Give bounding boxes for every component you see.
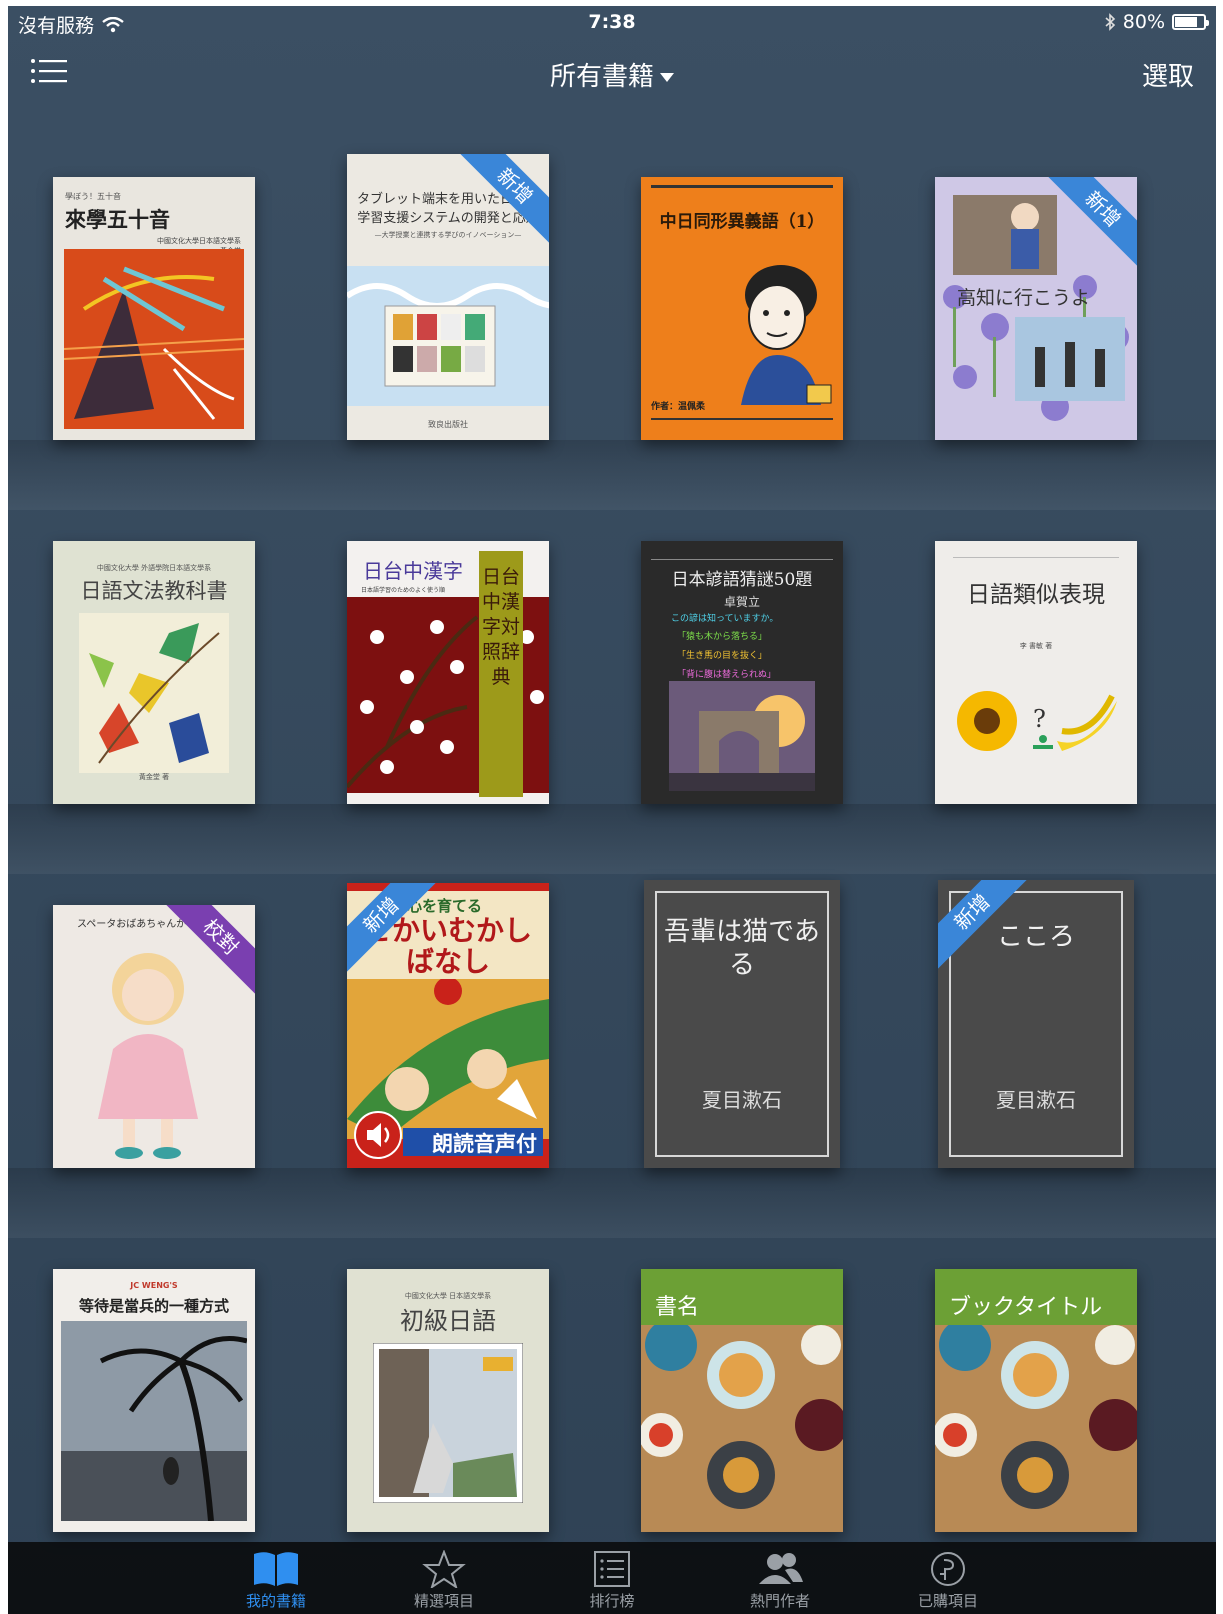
book-title: ブックタイトル (949, 1295, 1103, 1320)
tab-label: 精選項目 (413, 1592, 474, 1610)
book-author: 夏目漱石 (996, 1088, 1076, 1112)
ranking-list-icon (594, 1551, 630, 1587)
book-subtitle: 日本語学習のためのよく使う順 (361, 587, 446, 594)
book-title: 書名 (655, 1295, 700, 1320)
bamboo-illustration (64, 249, 244, 429)
girl-watercolor-illustration (98, 953, 198, 1159)
open-book-icon (254, 1552, 298, 1586)
book-title: 等待是當兵的一種方式 (78, 1297, 229, 1315)
book-subtitle: 學ぼう！五十音 (65, 192, 121, 201)
tablet-waves-illustration (347, 266, 549, 406)
book-author: 黃金堂 著 (138, 773, 170, 781)
book-title: 日本諺語猜謎50題 (671, 570, 813, 590)
tab-my-books[interactable]: 我的書籍 (192, 1542, 360, 1614)
book-author: 卓賀立 (723, 595, 760, 609)
book-publisher: 中國文化大學 日本語文學系 (404, 1292, 492, 1300)
book-author: 作者：温佩柔 (651, 402, 706, 412)
food-table-photo (641, 1325, 843, 1532)
book-text-line: 「背に腹は替えられぬ」 (677, 670, 777, 680)
tab-bar: 我的書籍 精選項目 排行榜 熱門作者 已購項目 (8, 1542, 1216, 1614)
shelf (8, 804, 1216, 874)
book-text-line: 「生き馬の目を抜く」 (677, 651, 768, 661)
bookshelf-screen: 沒有服務 7:38 80% 所有書籍 選取 學ぼう！五十音 來學五十音 中國文化… (8, 6, 1216, 1614)
status-bar: 沒有服務 7:38 80% (8, 6, 1216, 38)
book-cover[interactable]: 日語類似表現 李 書敏 著 ? (935, 541, 1137, 804)
book-publisher: 中國文化大學 外語學院日本語文學系 (96, 564, 212, 572)
book-publisher: 中國文化大學日本語文學系 (157, 237, 241, 245)
bluetooth-icon (1105, 13, 1115, 31)
book-text-line: 「猿も木から落ちる」 (677, 632, 768, 642)
book-title: スペータおばあちゃんが (77, 919, 187, 930)
caret-down-icon (660, 73, 674, 82)
book-title: 中日同形異義語（1） (659, 212, 825, 232)
book-cover[interactable]: タブレット端末を用いた日本語学習支援システムの開発と応用 —大学授業と連携する学… (347, 154, 549, 440)
book-title: 日語類似表現 (967, 582, 1105, 608)
sunflower-banana-illustration: ? (957, 691, 1117, 751)
purchased-icon (931, 1552, 965, 1586)
tab-featured[interactable]: 精選項目 (360, 1542, 528, 1614)
book-cover[interactable]: 中國文化大學 外語學院日本語文學系 日語文法教科書 黃金堂 著 (53, 541, 255, 804)
book-cover[interactable]: 學ぼう！五十音 來學五十音 中國文化大學日本語文學系 黃金堂 (53, 177, 255, 440)
tab-label: 已購項目 (917, 1592, 978, 1610)
book-author: 夏目漱石 (702, 1088, 782, 1112)
book-title: 高知に行こうよ (957, 287, 1091, 309)
shelf (8, 440, 1216, 510)
book-cover[interactable]: 心を育てる せかいむかしばなし 朗読音声付 新增 (347, 883, 549, 1168)
book-title: 吾輩は猫である (664, 917, 820, 980)
book-cover[interactable]: ブックタイトル (935, 1269, 1137, 1532)
book-title: 日台中漢字 (363, 559, 463, 583)
tab-top-authors[interactable]: 熱門作者 (696, 1542, 864, 1614)
palm-sunset-photo (61, 1321, 247, 1521)
maple-leaves-illustration (79, 613, 229, 773)
food-table-photo (935, 1325, 1137, 1532)
book-cover[interactable]: 吾輩は猫である 夏目漱石 (644, 880, 840, 1168)
star-icon (422, 1550, 466, 1588)
tab-label: 排行榜 (589, 1592, 635, 1610)
book-title: 日語文法教科書 (80, 579, 228, 603)
battery-level (1175, 17, 1198, 27)
tab-label: 我的書籍 (245, 1592, 306, 1610)
clock: 7:38 (588, 11, 636, 33)
book-cover[interactable]: 日台中漢字 日本語学習のためのよく使う順 日台中漢字対照辞典 (347, 541, 549, 804)
book-text-line: この諺は知っていますか。 (671, 614, 779, 624)
collection-title: 所有書籍 (549, 62, 654, 92)
book-title: 初級日語 (400, 1307, 496, 1335)
book-publisher: 致良出版社 (428, 420, 468, 429)
speaker-icon (354, 1111, 402, 1159)
book-title: 來學五十音 (65, 207, 170, 232)
book-cover[interactable]: 中國文化大學 日本語文學系 初級日語 (347, 1269, 549, 1532)
audio-badge: 朗読音声付 (403, 1128, 543, 1156)
campus-sculpture-photo (373, 1343, 523, 1503)
book-author: 李 書敏 著 (1019, 642, 1053, 650)
author-caricature-illustration (741, 265, 832, 405)
arch-sunset-photo (669, 681, 815, 791)
shelf (8, 1168, 1216, 1238)
battery-percent: 80% (1122, 11, 1165, 33)
tab-label: 熱門作者 (749, 1592, 810, 1610)
svg-text:?: ? (1033, 705, 1046, 733)
book-publisher: JC WENG'S (130, 1281, 178, 1290)
book-cover[interactable]: 中日同形異義語（1） 作者：温佩柔 (641, 177, 843, 440)
book-cover[interactable]: こころ 夏目漱石 新增 (938, 880, 1134, 1168)
book-cover[interactable]: JC WENG'S 等待是當兵的一種方式 (53, 1269, 255, 1532)
book-cover[interactable]: 高知に行こうよ 新增 (935, 177, 1137, 440)
authors-icon (759, 1553, 803, 1584)
battery-icon (1172, 14, 1209, 30)
book-cover[interactable]: スペータおばあちゃんが 校對 (53, 905, 255, 1168)
navigation-bar: 所有書籍 選取 (8, 42, 1216, 102)
collection-title-dropdown[interactable]: 所有書籍 (8, 56, 1216, 93)
book-cover[interactable]: 日本諺語猜謎50題 卓賀立 この諺は知っていますか。 「猿も木から落ちる」 「生… (641, 541, 843, 804)
book-cover[interactable]: 書名 (641, 1269, 843, 1532)
tab-rankings[interactable]: 排行榜 (528, 1542, 696, 1614)
book-subtitle: —大学授業と連携する学びのイノベーション— (374, 231, 522, 239)
book-spine-title: 日台中漢字対照辞典 (479, 551, 523, 797)
select-button[interactable]: 選取 (1142, 56, 1194, 93)
tab-purchased[interactable]: 已購項目 (864, 1542, 1032, 1614)
